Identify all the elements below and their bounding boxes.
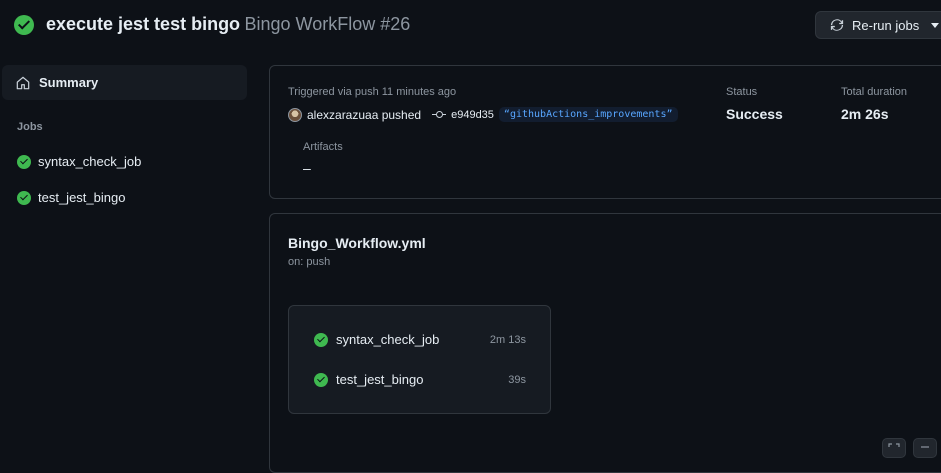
success-check-icon: [17, 190, 31, 205]
commit-sha-link[interactable]: e949d35: [451, 109, 494, 121]
jobs-heading: Jobs: [17, 121, 43, 133]
workflow-trigger: on: push: [288, 256, 331, 268]
sync-icon: [830, 19, 844, 31]
status-value: Success: [726, 106, 783, 122]
graph-job-syntax-check[interactable]: syntax_check_job 2m 13s: [314, 332, 526, 347]
run-title: execute jest test bingo: [46, 14, 241, 34]
success-check-icon: [14, 14, 34, 35]
minus-icon: [921, 446, 929, 448]
success-check-icon: [314, 332, 328, 347]
success-check-icon: [17, 154, 31, 169]
graph-job-duration: 39s: [508, 373, 526, 386]
workflow-jobs-box: syntax_check_job 2m 13s test_jest_bingo …: [288, 305, 551, 414]
duration-label: Total duration: [841, 86, 908, 98]
artifacts-label: Artifacts: [303, 141, 343, 153]
sidebar-job-label: test_jest_bingo: [38, 190, 126, 205]
fullscreen-button[interactable]: [882, 438, 906, 458]
zoom-out-button[interactable]: [913, 438, 937, 458]
sidebar-job-syntax-check[interactable]: syntax_check_job: [17, 154, 141, 169]
rerun-jobs-label: Re-run jobs: [852, 17, 920, 33]
workflow-graph-card: Bingo_Workflow.yml on: push syntax_check…: [269, 213, 941, 473]
workflow-run-subtitle: Bingo WorkFlow #26: [244, 14, 411, 34]
sidebar-job-label: syntax_check_job: [38, 154, 142, 169]
actor-pushed-text: alexzarazuaa pushed: [307, 107, 422, 122]
rerun-jobs-button[interactable]: Re-run jobs: [815, 11, 941, 39]
sidebar-item-summary[interactable]: Summary: [2, 65, 247, 100]
run-header: execute jest test bingo Bingo WorkFlow #…: [0, 0, 941, 48]
sidebar-job-test-jest[interactable]: test_jest_bingo: [17, 190, 125, 205]
graph-job-label: test_jest_bingo: [336, 372, 424, 387]
duration-value: 2m 26s: [841, 106, 889, 122]
branch-label[interactable]: “githubActions_improvements”: [498, 107, 678, 122]
run-summary-card: Triggered via push 11 minutes ago alexza…: [269, 65, 941, 199]
artifacts-value: –: [303, 160, 311, 176]
workflow-file-name[interactable]: Bingo_Workflow.yml: [288, 235, 426, 251]
push-info-row: alexzarazuaa pushed e949d35 “githubActio…: [288, 107, 678, 122]
caret-down-icon: [931, 22, 940, 28]
commit-icon: [432, 110, 447, 120]
graph-job-test-jest[interactable]: test_jest_bingo 39s: [314, 372, 526, 387]
status-label: Status: [726, 86, 758, 98]
graph-job-duration: 2m 13s: [489, 333, 526, 346]
fullscreen-icon: [888, 443, 900, 447]
home-icon: [16, 76, 30, 89]
graph-job-label: syntax_check_job: [336, 332, 440, 347]
trigger-info: Triggered via push 11 minutes ago: [288, 86, 457, 98]
avatar[interactable]: [288, 107, 302, 122]
success-check-icon: [314, 372, 328, 387]
sidebar-item-label: Summary: [39, 75, 99, 90]
title-wrap: execute jest test bingo Bingo WorkFlow #…: [14, 14, 410, 35]
